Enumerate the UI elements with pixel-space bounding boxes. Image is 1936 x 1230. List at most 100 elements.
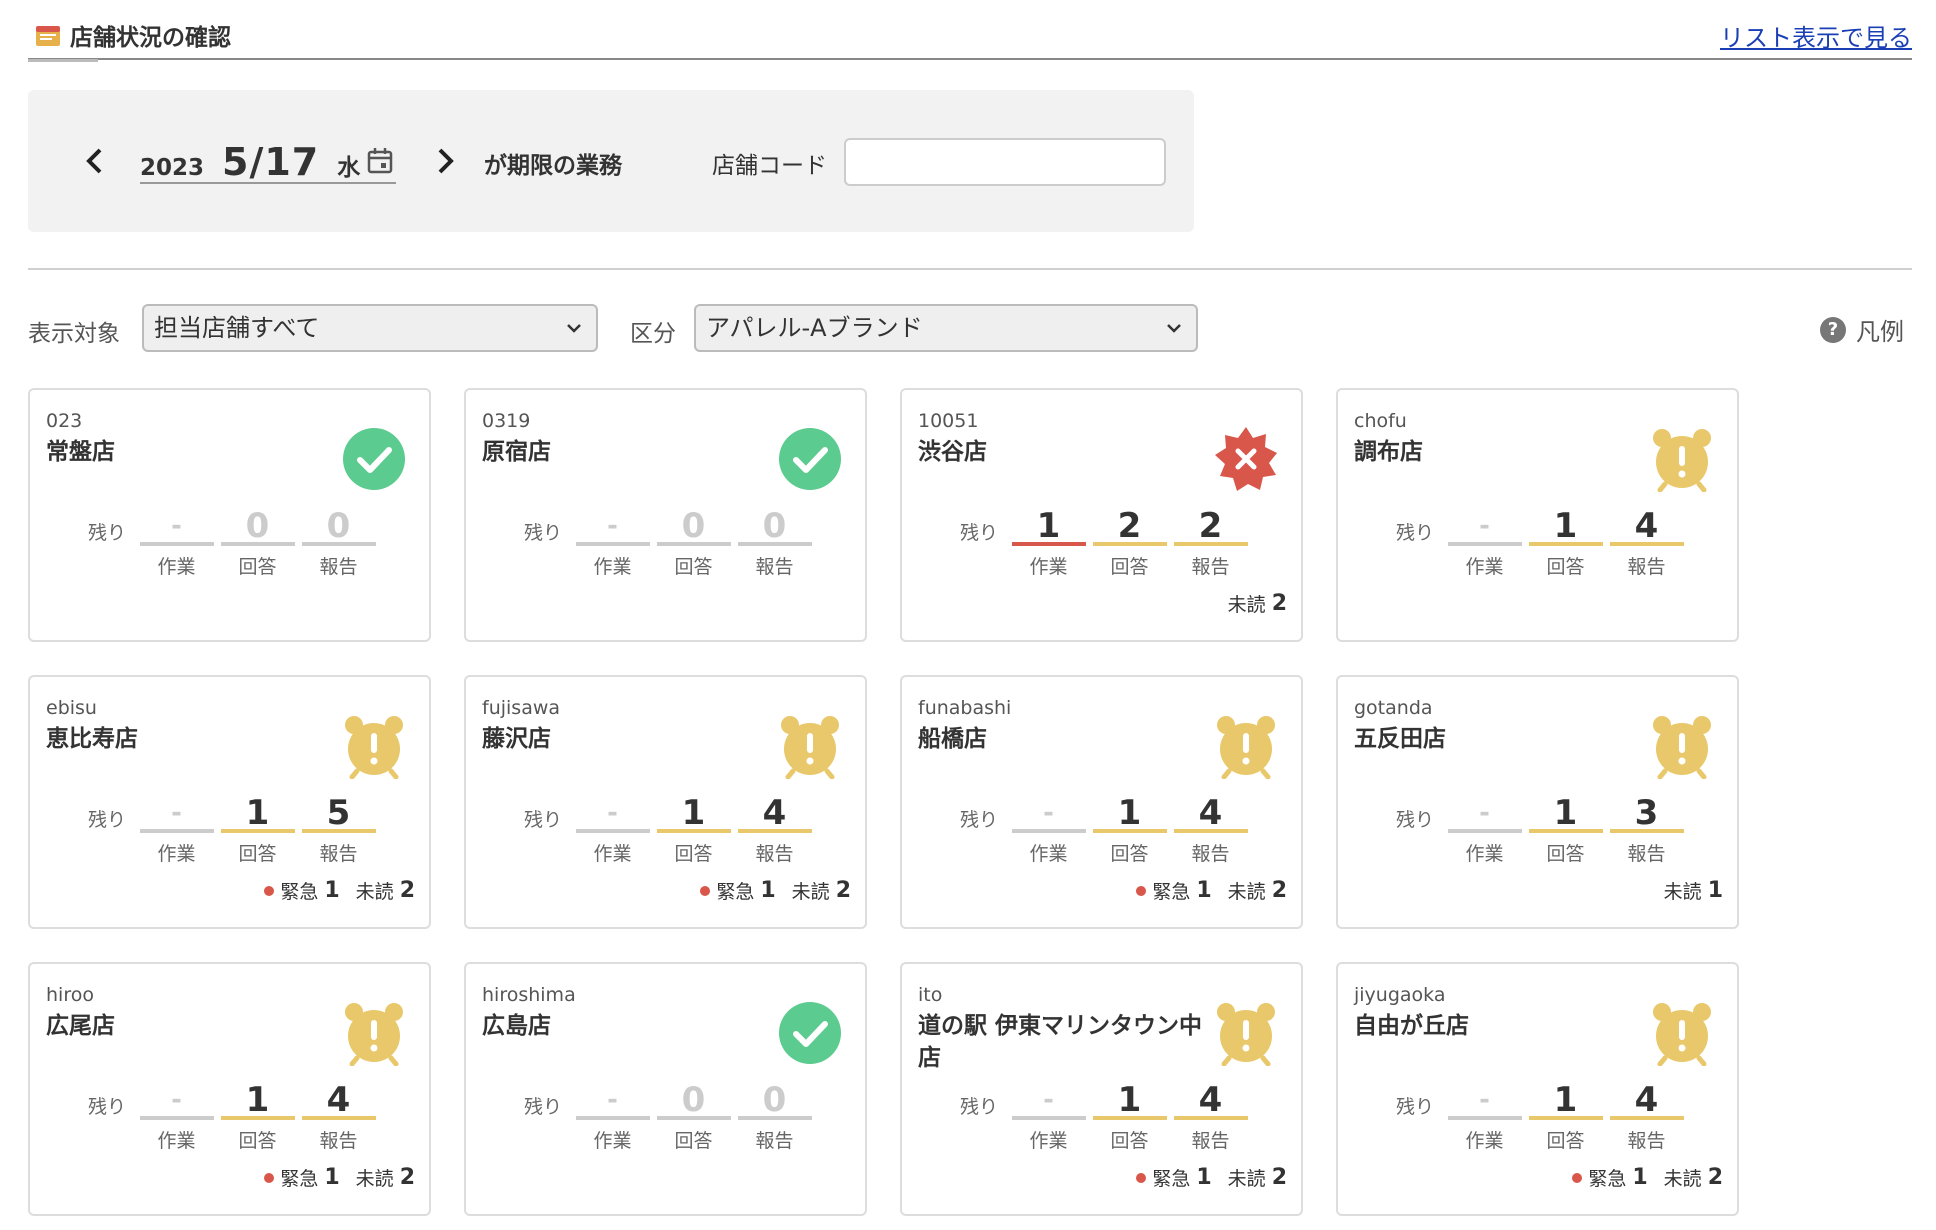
urgent-dot-icon	[264, 885, 275, 896]
deadline-label: が期限の業務	[484, 153, 622, 179]
category-select[interactable]: アパレル-Aブランド	[694, 304, 1198, 352]
next-date-button[interactable]	[428, 144, 462, 178]
report-caption: 報告	[1627, 556, 1666, 578]
report-caption: 報告	[755, 1130, 794, 1152]
store-name: 調布店	[1354, 439, 1423, 465]
report-caption: 報告	[755, 556, 794, 578]
work-caption: 作業	[1465, 1130, 1504, 1152]
alarm-clock-icon	[1649, 1000, 1715, 1067]
answer-count: 2	[1092, 506, 1167, 546]
store-name: 原宿店	[482, 439, 551, 465]
count-group: 1 作業 2 回答 2 報告	[1008, 506, 1251, 579]
legend-button[interactable]: ? 凡例	[1820, 312, 1904, 347]
count-group: - 作業 0 回答 0 報告	[136, 506, 379, 579]
page-title: 店舗状況の確認	[34, 18, 231, 52]
report-caption: 報告	[1191, 556, 1230, 578]
urgent-label: 緊急	[280, 1168, 319, 1190]
urgent-dot-icon	[264, 1172, 275, 1183]
work-count: -	[139, 506, 214, 546]
store-code: ebisu	[46, 697, 97, 719]
store-card[interactable]: jiyugaoka 自由が丘店 残り - 作業 1 回答 4 報告 緊急 1 未読 2	[1336, 962, 1739, 1216]
work-caption: 作業	[157, 1130, 196, 1152]
work-count-col: - 作業	[136, 1080, 217, 1153]
work-count: -	[1447, 1080, 1522, 1120]
answer-caption: 回答	[1110, 1130, 1149, 1152]
store-card[interactable]: gotanda 五反田店 残り - 作業 1 回答 3 報告 未読 1	[1336, 675, 1739, 929]
report-count-col: 5 報告	[298, 793, 379, 866]
urgent-count: 1	[760, 878, 776, 903]
store-card[interactable]: hiroo 広尾店 残り - 作業 1 回答 4 報告 緊急 1 未読 2	[28, 962, 431, 1216]
unread-count: 2	[1271, 591, 1287, 616]
card-footer: 緊急 1 未読 2	[1572, 1164, 1723, 1191]
unread-count: 2	[399, 878, 415, 903]
answer-count: 1	[1528, 506, 1603, 546]
work-caption: 作業	[593, 556, 632, 578]
answer-count-col: 1 回答	[217, 793, 298, 866]
remain-label: 残り	[1396, 1096, 1435, 1118]
target-select[interactable]: 担当店舗すべて	[142, 304, 598, 352]
count-group: - 作業 1 回答 4 報告	[1008, 793, 1251, 866]
answer-caption: 回答	[1110, 843, 1149, 865]
store-card[interactable]: funabashi 船橋店 残り - 作業 1 回答 4 報告 緊急 1 未読 2	[900, 675, 1303, 929]
store-card[interactable]: ebisu 恵比寿店 残り - 作業 1 回答 5 報告 緊急 1 未読 2	[28, 675, 431, 929]
store-card[interactable]: fujisawa 藤沢店 残り - 作業 1 回答 4 報告 緊急 1 未読 2	[464, 675, 867, 929]
report-count-col: 0 報告	[734, 506, 815, 579]
unread-count: 2	[1707, 1165, 1723, 1190]
store-card[interactable]: chofu 調布店 残り - 作業 1 回答 4 報告	[1336, 388, 1739, 642]
store-name: 船橋店	[918, 726, 987, 752]
store-code: chofu	[1354, 410, 1407, 432]
answer-caption: 回答	[674, 1130, 713, 1152]
answer-count: 1	[220, 1080, 295, 1120]
store-card[interactable]: hiroshima 広島店 残り - 作業 0 回答 0 報告	[464, 962, 867, 1216]
report-count: 4	[1173, 793, 1248, 833]
store-card[interactable]: 0319 原宿店 残り - 作業 0 回答 0 報告	[464, 388, 867, 642]
report-count-col: 4 報告	[1606, 1080, 1687, 1153]
remain-label: 残り	[1396, 809, 1435, 831]
work-count: -	[575, 506, 650, 546]
work-count: 1	[1011, 506, 1086, 546]
work-count: -	[1447, 793, 1522, 833]
report-caption: 報告	[1627, 843, 1666, 865]
answer-count-col: 1 回答	[1525, 1080, 1606, 1153]
answer-count-col: 1 回答	[653, 793, 734, 866]
store-name: 藤沢店	[482, 726, 551, 752]
answer-caption: 回答	[238, 1130, 277, 1152]
prev-date-button[interactable]	[78, 144, 112, 178]
store-code-input[interactable]	[844, 138, 1166, 186]
work-caption: 作業	[593, 843, 632, 865]
remain-label: 残り	[88, 522, 127, 544]
report-count-col: 4 報告	[1170, 793, 1251, 866]
unread-count: 2	[1271, 1165, 1287, 1190]
chevron-left-icon	[86, 148, 102, 174]
remain-label: 残り	[524, 1096, 563, 1118]
calendar-icon	[367, 148, 393, 174]
store-name: 自由が丘店	[1354, 1013, 1469, 1039]
unread-label: 未読	[1227, 1168, 1266, 1190]
answer-count: 1	[1528, 1080, 1603, 1120]
alarm-clock-icon	[1213, 1000, 1279, 1067]
legend-label: 凡例	[1856, 318, 1904, 346]
store-card[interactable]: ito 道の駅 伊東マリンタウン中店 残り - 作業 1 回答 4 報告 緊急 1 未読 2	[900, 962, 1303, 1216]
report-count: 4	[301, 1080, 376, 1120]
work-count: -	[575, 1080, 650, 1120]
card-footer: 緊急 1 未読 2	[1136, 877, 1287, 904]
store-name: 常盤店	[46, 439, 115, 465]
report-count: 3	[1609, 793, 1684, 833]
target-select-value: 担当店舗すべて	[154, 314, 320, 342]
work-caption: 作業	[157, 556, 196, 578]
section-divider	[28, 268, 1912, 270]
remain-label: 残り	[524, 522, 563, 544]
store-card[interactable]: 023 常盤店 残り - 作業 0 回答 0 報告	[28, 388, 431, 642]
answer-caption: 回答	[238, 843, 277, 865]
unread-label: 未読	[1663, 881, 1702, 903]
header-accent	[28, 59, 98, 62]
urgent-count: 1	[324, 878, 340, 903]
unread-count: 2	[835, 878, 851, 903]
work-caption: 作業	[1465, 556, 1504, 578]
alarm-clock-icon	[1649, 426, 1715, 493]
date-picker[interactable]: 2023 5/17 水	[140, 140, 396, 184]
store-card[interactable]: 10051 渋谷店 残り 1 作業 2 回答 2 報告 未読 2	[900, 388, 1303, 642]
list-view-link[interactable]: リスト表示で見る	[1720, 18, 1912, 53]
report-count: 0	[301, 506, 376, 546]
remain-label: 残り	[960, 1096, 999, 1118]
